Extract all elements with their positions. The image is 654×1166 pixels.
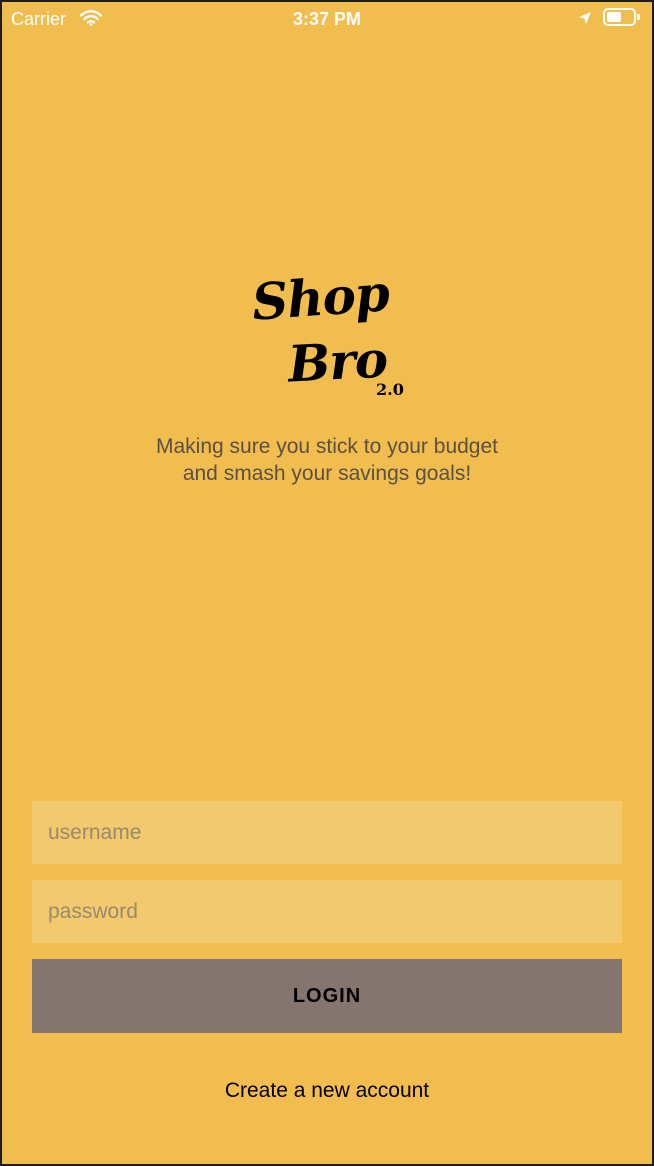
- battery-tip: [637, 14, 640, 20]
- logo-word-bro: Bro: [286, 329, 389, 394]
- login-button[interactable]: LOGIN: [32, 959, 622, 1033]
- logo-version: 2.0: [376, 380, 404, 399]
- location-icon: [578, 11, 592, 30]
- battery-icon: [603, 8, 636, 26]
- create-account-link[interactable]: Create a new account: [2, 1079, 652, 1103]
- status-bar: Carrier 3:37 PM: [2, 2, 652, 38]
- logo-word-shop: Shop: [250, 263, 391, 332]
- app-logo: Shop Bro 2.0: [248, 263, 408, 410]
- clock: 3:37 PM: [292, 9, 362, 29]
- password-input[interactable]: [32, 880, 622, 943]
- username-input[interactable]: [32, 801, 622, 864]
- tagline: Making sure you stick to your budget and…: [155, 435, 498, 485]
- login-screen: Carrier 3:37 PM Shop Bro 2.0 Making sure…: [2, 2, 652, 1164]
